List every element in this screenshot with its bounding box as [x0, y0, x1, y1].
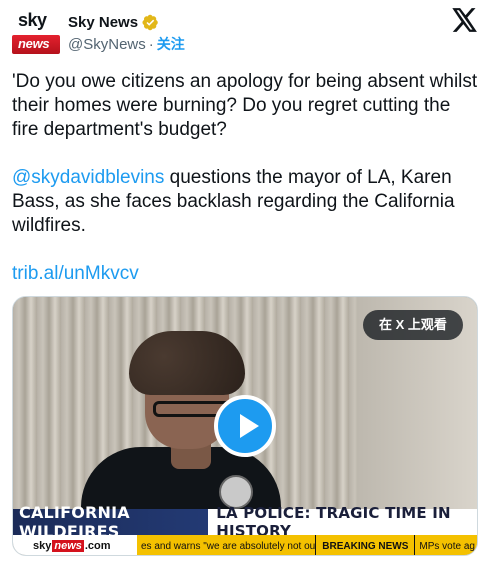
- video-person-hair: [129, 331, 245, 395]
- news-ticker: sky news .com es and warns "we are absol…: [13, 535, 477, 555]
- display-name[interactable]: Sky News: [68, 14, 138, 31]
- author-name-row: Sky News: [68, 12, 159, 32]
- lower-third-tag: CALIFORNIA WILDFIRES: [13, 503, 209, 541]
- lower-third-bar: CALIFORNIA WILDFIRES LA POLICE: TRAGIC T…: [13, 503, 477, 541]
- ticker-logo-sky: sky: [33, 540, 52, 552]
- ticker-tail-text: MPs vote ag: [414, 535, 477, 555]
- play-button[interactable]: [214, 395, 276, 457]
- external-link[interactable]: trib.al/unMkvcv: [12, 263, 139, 284]
- handle-row: @SkyNews · 关注: [68, 34, 185, 54]
- avatar-sky-word: sky: [18, 10, 47, 30]
- watch-on-x-button[interactable]: 在 X 上观看: [363, 310, 463, 340]
- x-logo-icon[interactable]: [452, 8, 478, 32]
- tweet-paragraph-link: trib.al/unMkvcv: [12, 262, 478, 286]
- tweet-text: 'Do you owe citizens an apology for bein…: [12, 70, 478, 310]
- mention-link[interactable]: @skydavidblevins: [12, 167, 164, 188]
- ticker-logo-com: .com: [84, 540, 111, 552]
- avatar[interactable]: sky news: [12, 8, 60, 56]
- avatar-news-word: news: [18, 36, 50, 51]
- video-player[interactable]: 在 X 上观看 CALIFORNIA WILDFIRES LA POLICE: …: [12, 296, 478, 556]
- breaking-news-label: BREAKING NEWS: [315, 535, 415, 555]
- lower-third-headline: LA POLICE: TRAGIC TIME IN HISTORY: [216, 504, 451, 540]
- follow-button[interactable]: 关注: [157, 34, 185, 54]
- ticker-logo: sky news .com: [13, 535, 137, 555]
- tweet-paragraph-quote: 'Do you owe citizens an apology for bein…: [12, 71, 478, 140]
- separator-dot: ·: [148, 35, 154, 53]
- tweet-card: sky news Sky News @SkyNews · 关注 'Do you …: [0, 0, 491, 563]
- handle[interactable]: @SkyNews: [68, 36, 146, 53]
- ticker-text: es and warns "we are absolutely not out …: [137, 535, 316, 555]
- tweet-paragraph-description: @skydavidblevins questions the mayor of …: [12, 166, 478, 238]
- verified-badge-icon: [142, 14, 158, 30]
- ticker-logo-news: news: [52, 540, 84, 552]
- avatar-news-bar: news: [12, 35, 60, 54]
- play-icon: [240, 414, 259, 438]
